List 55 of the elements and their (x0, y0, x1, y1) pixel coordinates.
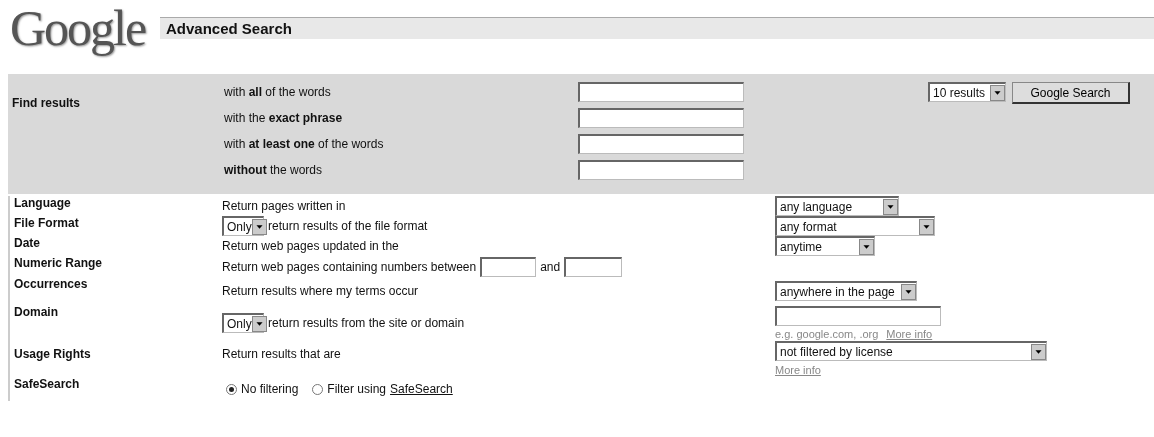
dropdown[interactable]: not filtered by license (775, 341, 1047, 361)
domain-field[interactable] (775, 306, 941, 326)
option-label: Occurrences (14, 277, 88, 291)
search-field[interactable] (578, 82, 744, 102)
field-description: without the words (224, 163, 322, 177)
more-info-link[interactable]: More info (775, 364, 821, 376)
more-info-link[interactable]: More info (886, 328, 933, 340)
radio-label: No filtering (241, 382, 299, 396)
google-search-button[interactable]: Google Search (1012, 82, 1130, 104)
domain-hint: e.g. google.com, .org (775, 328, 879, 340)
radio-button[interactable] (226, 383, 237, 395)
find-results-label: Find results (12, 96, 81, 110)
caret-icon (990, 84, 1005, 101)
dropdown[interactable]: Only (222, 216, 264, 236)
caret-icon (919, 218, 934, 235)
option-label: File Format (14, 216, 79, 230)
option-label: SafeSearch (14, 377, 80, 391)
caret-icon (883, 198, 898, 215)
search-field[interactable] (578, 134, 744, 154)
option-description: Return results that are (222, 347, 341, 361)
field-description: with the exact phrase (224, 111, 343, 125)
option-description: return results from the site or domain (268, 316, 465, 330)
option-label: Numeric Range (14, 256, 103, 270)
page-title: Advanced Search (166, 20, 292, 37)
dropdown[interactable]: anywhere in the page (775, 281, 917, 301)
safesearch-link[interactable]: SafeSearch (390, 382, 453, 396)
option-description: Return web pages containing numbers between (222, 259, 477, 274)
option-label: Usage Rights (14, 347, 91, 361)
caret-icon (251, 315, 267, 332)
dropdown[interactable]: Only (222, 313, 264, 333)
logo: Google (10, 0, 147, 56)
option-description: Return results where my terms occur (222, 284, 419, 298)
radio-label: Filter using (327, 382, 387, 396)
number-from-field[interactable] (480, 256, 537, 277)
number-to-field[interactable] (564, 256, 623, 277)
radio-button[interactable] (312, 383, 324, 395)
option-description: Return pages written in (222, 199, 346, 213)
option-description: Return web pages updated in the (222, 239, 399, 253)
field-description: with all of the words (224, 85, 331, 99)
caret-icon (251, 218, 267, 235)
caret-icon (901, 283, 916, 300)
option-description: return results of the file format (268, 219, 428, 233)
dropdown[interactable]: any format (775, 216, 935, 236)
range-joiner: and (540, 259, 561, 274)
field-description: with at least one of the words (224, 137, 384, 151)
option-label: Date (14, 236, 40, 250)
dropdown[interactable]: 10 results (928, 82, 1006, 102)
caret-icon (1031, 343, 1046, 360)
search-field[interactable] (578, 160, 744, 180)
dropdown[interactable]: anytime (775, 236, 875, 256)
option-label: Language (14, 196, 71, 210)
dropdown[interactable]: any language (775, 196, 899, 216)
caret-icon (859, 238, 874, 255)
option-label: Domain (14, 305, 58, 319)
search-field[interactable] (578, 108, 744, 128)
